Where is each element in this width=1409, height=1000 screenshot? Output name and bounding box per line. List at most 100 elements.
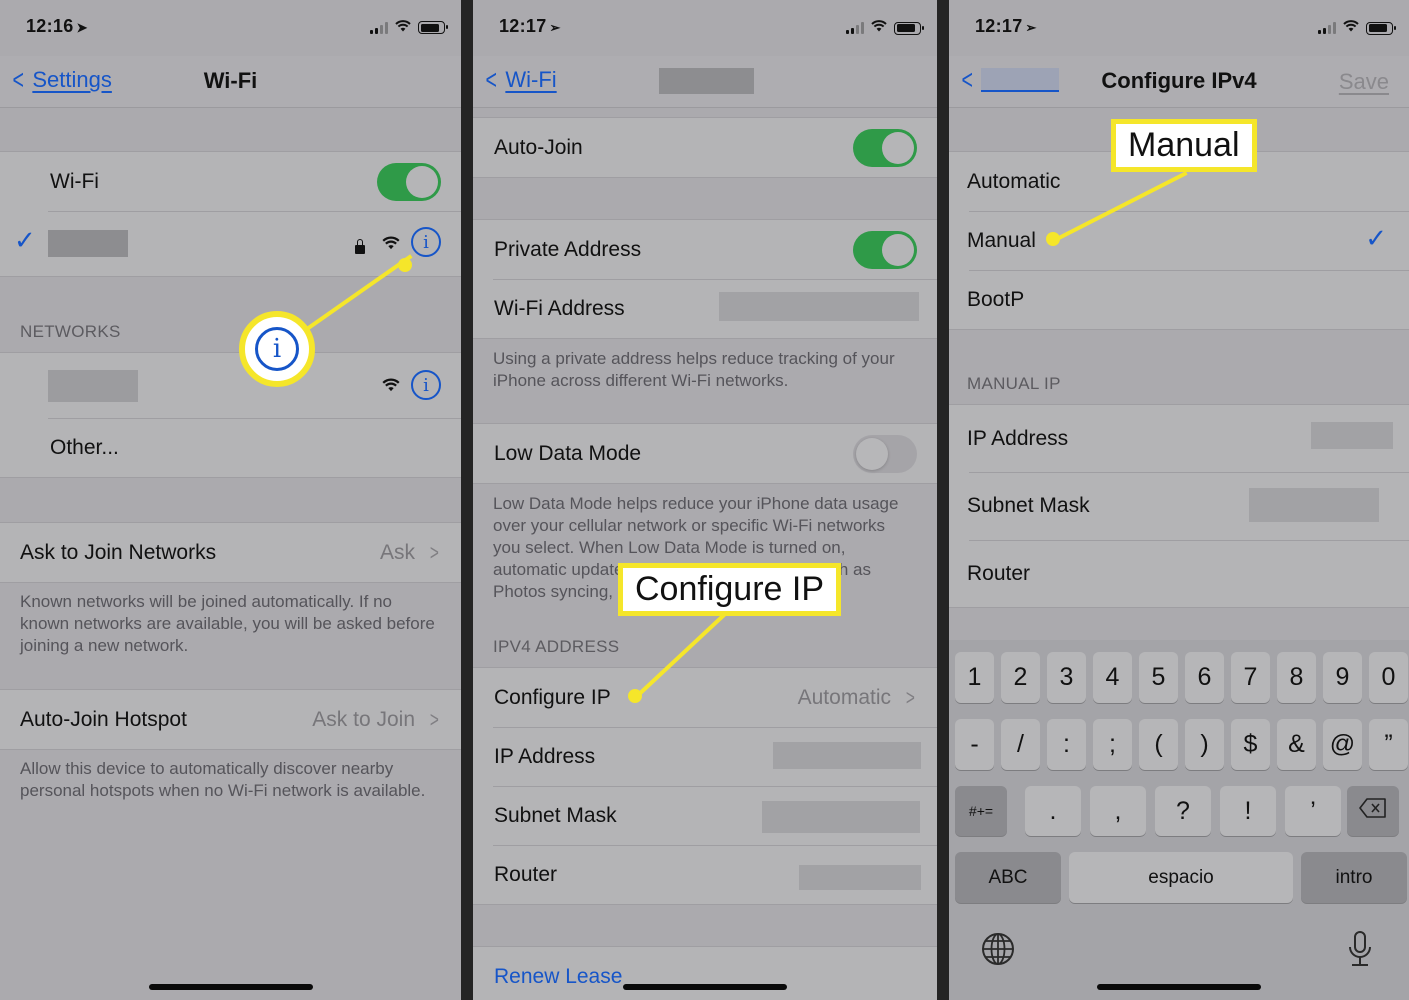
battery-icon bbox=[894, 21, 924, 35]
checkmark-icon: ✓ bbox=[1365, 223, 1387, 253]
key[interactable]: : bbox=[1047, 719, 1086, 770]
wifi-address-redacted bbox=[719, 292, 919, 321]
option-bootp[interactable]: BootP bbox=[949, 270, 1409, 329]
auto-join-toggle[interactable] bbox=[853, 128, 917, 167]
key[interactable]: 7 bbox=[1231, 652, 1270, 703]
key[interactable]: / bbox=[1001, 719, 1040, 770]
key[interactable]: 0 bbox=[1369, 652, 1408, 703]
save-button[interactable]: Save bbox=[1339, 69, 1389, 95]
callout-info-highlight: i bbox=[239, 311, 315, 387]
status-bar: 12:17 ➢ bbox=[949, 0, 1409, 56]
battery-icon bbox=[418, 21, 448, 34]
networks-group: i Other... bbox=[0, 352, 461, 478]
key[interactable]: 4 bbox=[1093, 652, 1132, 703]
renew-lease-button[interactable]: Renew Lease bbox=[473, 947, 937, 1000]
microphone-icon[interactable] bbox=[1347, 930, 1373, 976]
other-network-row[interactable]: Other... bbox=[0, 418, 461, 477]
key[interactable]: - bbox=[955, 719, 994, 770]
network-details-screen: 12:17 ➢ < Wi-Fi Auto-Join Private Address … bbox=[473, 0, 937, 1000]
callout-pointer-dot bbox=[1046, 232, 1060, 246]
private-address-footer: Using a private address helps reduce tra… bbox=[493, 349, 895, 390]
hotspot-group: Auto-Join Hotspot Ask to Join > bbox=[0, 689, 461, 750]
private-address-group: Private Address Wi-Fi Address bbox=[473, 219, 937, 339]
navigation-bar: < Wi-Fi bbox=[473, 56, 937, 108]
key[interactable]: ! bbox=[1220, 786, 1276, 836]
callout-pointer-dot bbox=[398, 258, 412, 272]
return-key[interactable]: intro bbox=[1301, 852, 1407, 903]
key[interactable]: 9 bbox=[1323, 652, 1362, 703]
symbols-key[interactable]: #+= bbox=[955, 786, 1007, 836]
home-indicator[interactable] bbox=[148, 984, 313, 990]
key[interactable]: 2 bbox=[1001, 652, 1040, 703]
ask-to-join-footer: Known networks will be joined automatica… bbox=[20, 592, 435, 655]
key[interactable]: 1 bbox=[955, 652, 994, 703]
location-arrow-outline-icon: ➢ bbox=[1025, 20, 1037, 35]
callout-label: Manual bbox=[1111, 119, 1257, 172]
key[interactable]: & bbox=[1277, 719, 1316, 770]
info-icon[interactable]: i bbox=[411, 370, 441, 400]
key[interactable]: ; bbox=[1093, 719, 1132, 770]
callout-pointer-dot bbox=[628, 689, 642, 703]
key[interactable]: ) bbox=[1185, 719, 1224, 770]
subnet-mask-redacted bbox=[762, 801, 920, 833]
key[interactable]: , bbox=[1090, 786, 1146, 836]
manual-ip-header: MANUAL IP bbox=[967, 374, 1061, 393]
auto-join-row: Auto-Join bbox=[473, 118, 937, 177]
configure-ipv4-screen: 12:17 ➢ < Configure IPv4 Save Automatic M… bbox=[949, 0, 1409, 1000]
ip-address-redacted bbox=[1311, 422, 1393, 449]
status-time: 12:17 ➢ bbox=[499, 16, 561, 36]
network-row[interactable]: i bbox=[0, 353, 461, 418]
wifi-toggle[interactable] bbox=[377, 162, 441, 201]
private-address-toggle[interactable] bbox=[853, 230, 917, 269]
back-button[interactable]: < Wi-Fi bbox=[483, 66, 556, 94]
location-arrow-icon: ➤ bbox=[76, 20, 88, 35]
key[interactable]: 6 bbox=[1185, 652, 1224, 703]
key[interactable]: . bbox=[1025, 786, 1081, 836]
abc-key[interactable]: ABC bbox=[955, 852, 1061, 903]
key[interactable]: $ bbox=[1231, 719, 1270, 770]
low-data-mode-toggle[interactable] bbox=[853, 434, 917, 473]
router-redacted bbox=[799, 865, 921, 890]
home-indicator[interactable] bbox=[1097, 984, 1261, 990]
key[interactable]: 8 bbox=[1277, 652, 1316, 703]
backspace-icon bbox=[1359, 798, 1387, 824]
key[interactable]: ? bbox=[1155, 786, 1211, 836]
space-key[interactable]: espacio bbox=[1069, 852, 1293, 903]
router-field[interactable]: Router bbox=[949, 540, 1409, 607]
key[interactable]: ( bbox=[1139, 719, 1178, 770]
low-data-group: Low Data Mode bbox=[473, 423, 937, 484]
auto-join-hotspot-row[interactable]: Auto-Join Hotspot Ask to Join > bbox=[0, 690, 461, 749]
key[interactable]: ” bbox=[1369, 719, 1408, 770]
key[interactable]: 5 bbox=[1139, 652, 1178, 703]
cellular-signal-icon bbox=[1318, 22, 1336, 34]
ipv4-header: IPV4 ADDRESS bbox=[493, 637, 620, 656]
hotspot-footer: Allow this device to automatically disco… bbox=[20, 759, 426, 800]
subnet-mask-field[interactable]: Subnet Mask bbox=[949, 472, 1409, 540]
key[interactable]: ’ bbox=[1285, 786, 1341, 836]
manual-ip-group: IP Address Subnet Mask Router bbox=[949, 404, 1409, 608]
key[interactable]: 3 bbox=[1047, 652, 1086, 703]
wifi-strength-icon bbox=[381, 377, 401, 396]
wifi-icon bbox=[394, 19, 412, 36]
status-bar: 12:16 ➤ bbox=[0, 0, 461, 56]
info-icon: i bbox=[255, 327, 299, 371]
page-title: Wi-Fi bbox=[203, 68, 258, 93]
network-title-redacted bbox=[659, 68, 754, 94]
navigation-bar: < Settings Wi-Fi bbox=[0, 56, 461, 108]
battery-icon bbox=[1366, 21, 1396, 35]
home-indicator[interactable] bbox=[623, 984, 787, 990]
lock-icon bbox=[355, 239, 365, 254]
key[interactable]: @ bbox=[1323, 719, 1362, 770]
configure-ip-row[interactable]: Configure IP Automatic > bbox=[473, 668, 937, 727]
info-icon[interactable]: i bbox=[411, 227, 441, 257]
auto-join-group: Auto-Join bbox=[473, 117, 937, 178]
renew-lease-group: Renew Lease bbox=[473, 946, 937, 1000]
ask-to-join-row[interactable]: Ask to Join Networks Ask > bbox=[0, 523, 461, 582]
option-manual[interactable]: Manual ✓ bbox=[949, 211, 1409, 270]
navigation-bar: < Configure IPv4 Save bbox=[949, 56, 1409, 108]
delete-key[interactable] bbox=[1347, 786, 1399, 836]
globe-icon[interactable] bbox=[981, 932, 1015, 974]
router-row: Router bbox=[473, 845, 937, 904]
ip-address-field[interactable]: IP Address bbox=[949, 405, 1409, 472]
wifi-strength-icon bbox=[381, 235, 401, 254]
